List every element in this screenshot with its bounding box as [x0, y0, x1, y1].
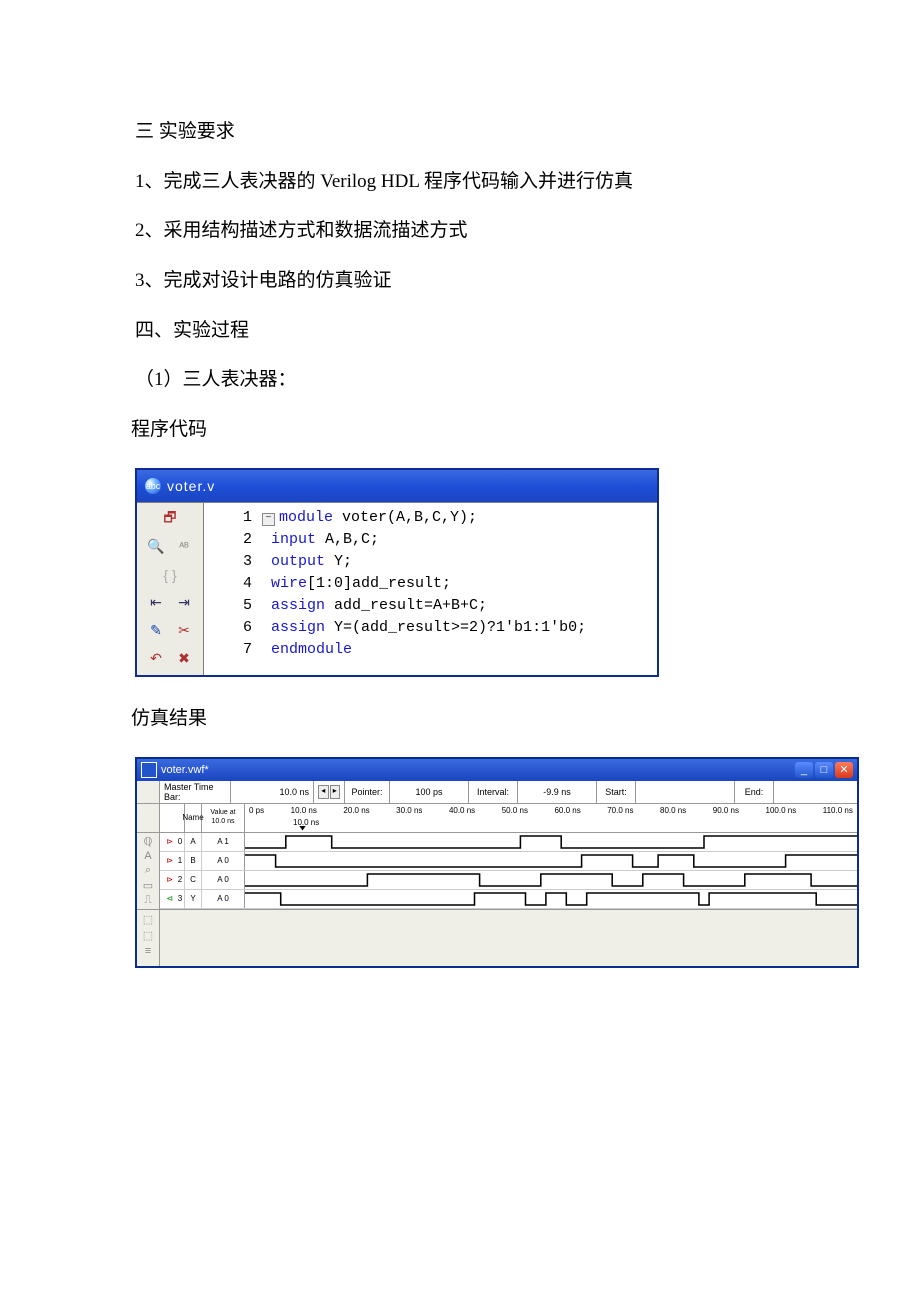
indent-icon[interactable]: ⇤ [145, 593, 167, 613]
sim-bottom-toolbar: ⬚ ⬚ ≡ [137, 909, 857, 966]
interval-value: -9.9 ns [518, 781, 597, 803]
time-ruler: 0 ps 10.0 ns 20.0 ns 30.0 ns 40.0 ns 50.… [245, 804, 857, 832]
waveform-y[interactable] [245, 890, 857, 908]
signal-row-y: ⊲3 Y A 0 [160, 890, 857, 909]
signal-row-c: ⊳2 C A 0 [160, 871, 857, 890]
editor-toolbar: 🗗 🔍 ᴬᴮ { } ⇤ ⇥ ✎ ✂ ↶ ✖ [137, 503, 204, 675]
sim-titlebar: voter.vwf* _ □ ✕ [137, 759, 857, 781]
waveform-c[interactable] [245, 871, 857, 889]
redo-icon[interactable]: ✖ [173, 649, 195, 669]
sim-label: 仿真结果 [131, 697, 830, 741]
signal-name: C [185, 871, 202, 889]
sim-toolbar-row: Master Time Bar: 10.0 ns ◂▸ Pointer: 100… [137, 781, 857, 804]
signal-row-b: ⊳1 B A 0 [160, 852, 857, 871]
signal-name: Y [185, 890, 202, 908]
line-gutter: 1 2 3 4 5 6 7 [204, 507, 262, 671]
cut-icon[interactable]: ✂ [173, 621, 195, 641]
minimize-button[interactable]: _ [795, 762, 813, 778]
tool-icon[interactable]: 🗗 [159, 509, 181, 529]
sim-header-row: Name Value at 10.0 ns 0 ps 10.0 ns 20.0 … [137, 804, 857, 833]
close-button[interactable]: ✕ [835, 762, 853, 778]
signal-value: A 0 [202, 871, 245, 889]
code-titlebar: abc voter.v [137, 470, 657, 502]
signal-value: A 1 [202, 833, 245, 851]
interval-label: Interval: [469, 781, 518, 803]
master-timebar-value: 10.0 ns [231, 781, 314, 803]
signal-name: B [185, 852, 202, 870]
file-icon: abc [145, 478, 161, 494]
requirement-2: 2、采用结构描述方式和数据流描述方式 [135, 209, 830, 253]
tool-text-icon[interactable]: A [144, 850, 151, 862]
maximize-button[interactable]: □ [815, 762, 833, 778]
start-label: Start: [597, 781, 636, 803]
waveform-a[interactable] [245, 833, 857, 851]
replace-icon[interactable]: ᴬᴮ [173, 537, 195, 557]
find-icon[interactable]: 🔍 [145, 537, 167, 557]
pointer-value: 100 ps [390, 781, 469, 803]
process-item-1: （1）三人表决器： [135, 358, 830, 402]
edit-icon[interactable]: ✎ [145, 621, 167, 641]
tool-rect-icon[interactable]: ▭ [143, 879, 153, 892]
signal-value: A 0 [202, 890, 245, 908]
code-window-title: voter.v [167, 478, 215, 494]
end-label: End: [735, 781, 774, 803]
code-editor-window: abc voter.v 🗗 🔍 ᴬᴮ { } ⇤ ⇥ ✎ ✂ [135, 468, 659, 677]
step-buttons[interactable]: ◂▸ [314, 781, 345, 803]
requirement-3: 3、完成对设计电路的仿真验证 [135, 259, 830, 303]
outdent-icon[interactable]: ⇥ [173, 593, 195, 613]
heading-process: 四、实验过程 [135, 309, 830, 353]
simulation-window: voter.vwf* _ □ ✕ Master Time Bar: 10.0 n… [135, 757, 859, 968]
waveform-b[interactable] [245, 852, 857, 870]
tool-icon[interactable]: ⬚ [143, 929, 153, 942]
pointer-label: Pointer: [345, 781, 390, 803]
input-pin-icon: ⊳ [162, 855, 178, 867]
tool-wave-icon[interactable]: ⎍ [144, 894, 152, 907]
input-pin-icon: ⊳ [162, 836, 178, 848]
name-header: Name [185, 804, 202, 832]
tool-zoom-icon[interactable]: ⌕ [145, 864, 151, 877]
tool-icon[interactable]: ≡ [145, 945, 151, 957]
output-pin-icon: ⊲ [162, 893, 178, 905]
undo-icon[interactable]: ↶ [145, 649, 167, 669]
signal-name: A [185, 833, 202, 851]
signal-value: A 0 [202, 852, 245, 870]
tool-cursor-icon[interactable]: ℚ [144, 835, 153, 848]
master-timebar-label: Master Time Bar: [160, 781, 231, 803]
input-pin-icon: ⊳ [162, 874, 178, 886]
requirement-1: 1、完成三人表决器的 Verilog HDL 程序代码输入并进行仿真 [135, 160, 830, 204]
value-header: Value at 10.0 ns [202, 804, 245, 832]
sim-window-title: voter.vwf* [161, 764, 209, 776]
code-area[interactable]: 1 2 3 4 5 6 7 −module voter(A,B,C,Y); in… [204, 503, 657, 675]
code-text: −module voter(A,B,C,Y); input A,B,C; out… [262, 507, 594, 671]
tool-icon[interactable]: ⬚ [143, 913, 153, 926]
heading-requirements: 三 实验要求 [135, 110, 830, 154]
code-label: 程序代码 [131, 408, 830, 452]
signal-row-a: ⊳0 A A 1 [160, 833, 857, 852]
waveform-file-icon [141, 762, 157, 778]
collapse-icon[interactable]: − [262, 513, 275, 526]
bracket-icon[interactable]: { } [159, 565, 181, 585]
